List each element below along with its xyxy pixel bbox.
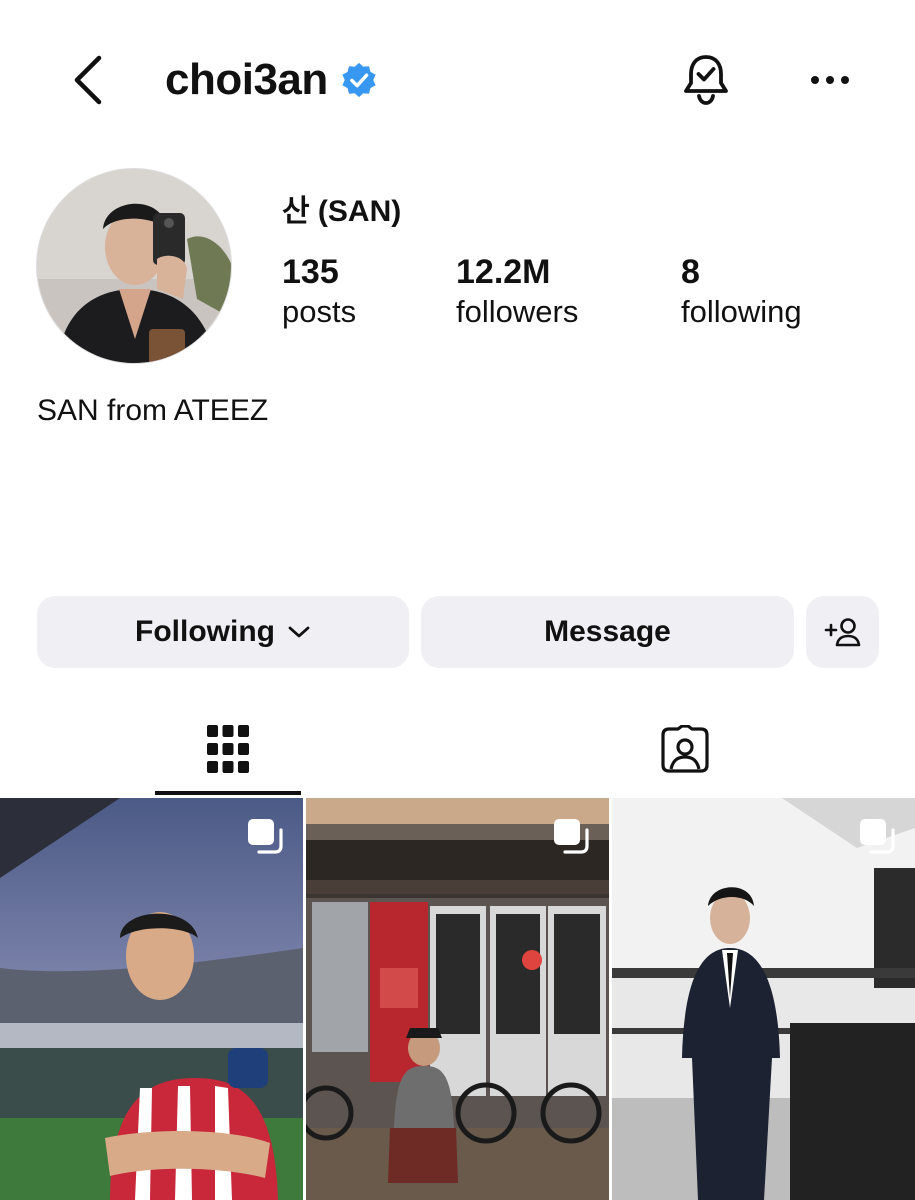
posts-label: posts	[282, 294, 357, 329]
active-tab-indicator	[155, 791, 301, 795]
tab-grid[interactable]	[155, 700, 301, 797]
following-button-label: Following	[135, 615, 275, 648]
post-thumbnail[interactable]	[0, 798, 303, 1200]
top-bar: choi3an	[0, 0, 915, 150]
followers-label: followers	[456, 294, 579, 329]
suggested-users-button[interactable]	[806, 596, 879, 668]
following-count: 8	[681, 253, 700, 291]
multi-photo-icon	[554, 819, 589, 854]
following-button[interactable]: Following	[37, 596, 409, 668]
post-thumbnail[interactable]	[612, 798, 915, 1200]
followers-count: 12.2M	[456, 253, 551, 291]
add-user-icon	[824, 618, 860, 647]
bell-check-icon	[684, 55, 728, 105]
post-image	[612, 798, 915, 1200]
more-options-button[interactable]	[800, 52, 860, 108]
tagged-person-icon	[661, 724, 709, 773]
profile-tabs	[0, 700, 915, 797]
profile-bio: SAN from ATEEZ	[37, 394, 269, 427]
more-dots-icon	[811, 76, 849, 84]
post-image	[0, 798, 303, 1200]
posts-count: 135	[282, 253, 339, 291]
notifications-button[interactable]	[676, 48, 736, 110]
tab-tagged[interactable]	[612, 700, 758, 797]
message-button-label: Message	[544, 615, 671, 648]
back-chevron-icon	[74, 55, 102, 105]
username-header: choi3an	[165, 52, 378, 108]
posts-stat[interactable]: 135 posts	[282, 252, 356, 332]
post-thumbnail[interactable]	[306, 798, 609, 1200]
post-image	[306, 798, 609, 1200]
display-name: 산 (SAN)	[282, 195, 402, 228]
followers-stat[interactable]: 12.2M followers	[456, 252, 578, 332]
back-button[interactable]	[60, 50, 116, 110]
avatar-photo	[37, 169, 231, 363]
message-button[interactable]: Message	[421, 596, 794, 668]
following-label: following	[681, 294, 802, 329]
verified-badge-icon	[342, 62, 376, 98]
following-stat[interactable]: 8 following	[681, 252, 802, 332]
username: choi3an	[165, 55, 328, 104]
chevron-down-icon	[288, 626, 310, 638]
multi-photo-icon	[248, 819, 283, 854]
posts-grid	[0, 798, 915, 1200]
multi-photo-icon	[860, 819, 895, 854]
profile-avatar[interactable]	[36, 168, 232, 364]
grid-icon	[207, 724, 249, 773]
